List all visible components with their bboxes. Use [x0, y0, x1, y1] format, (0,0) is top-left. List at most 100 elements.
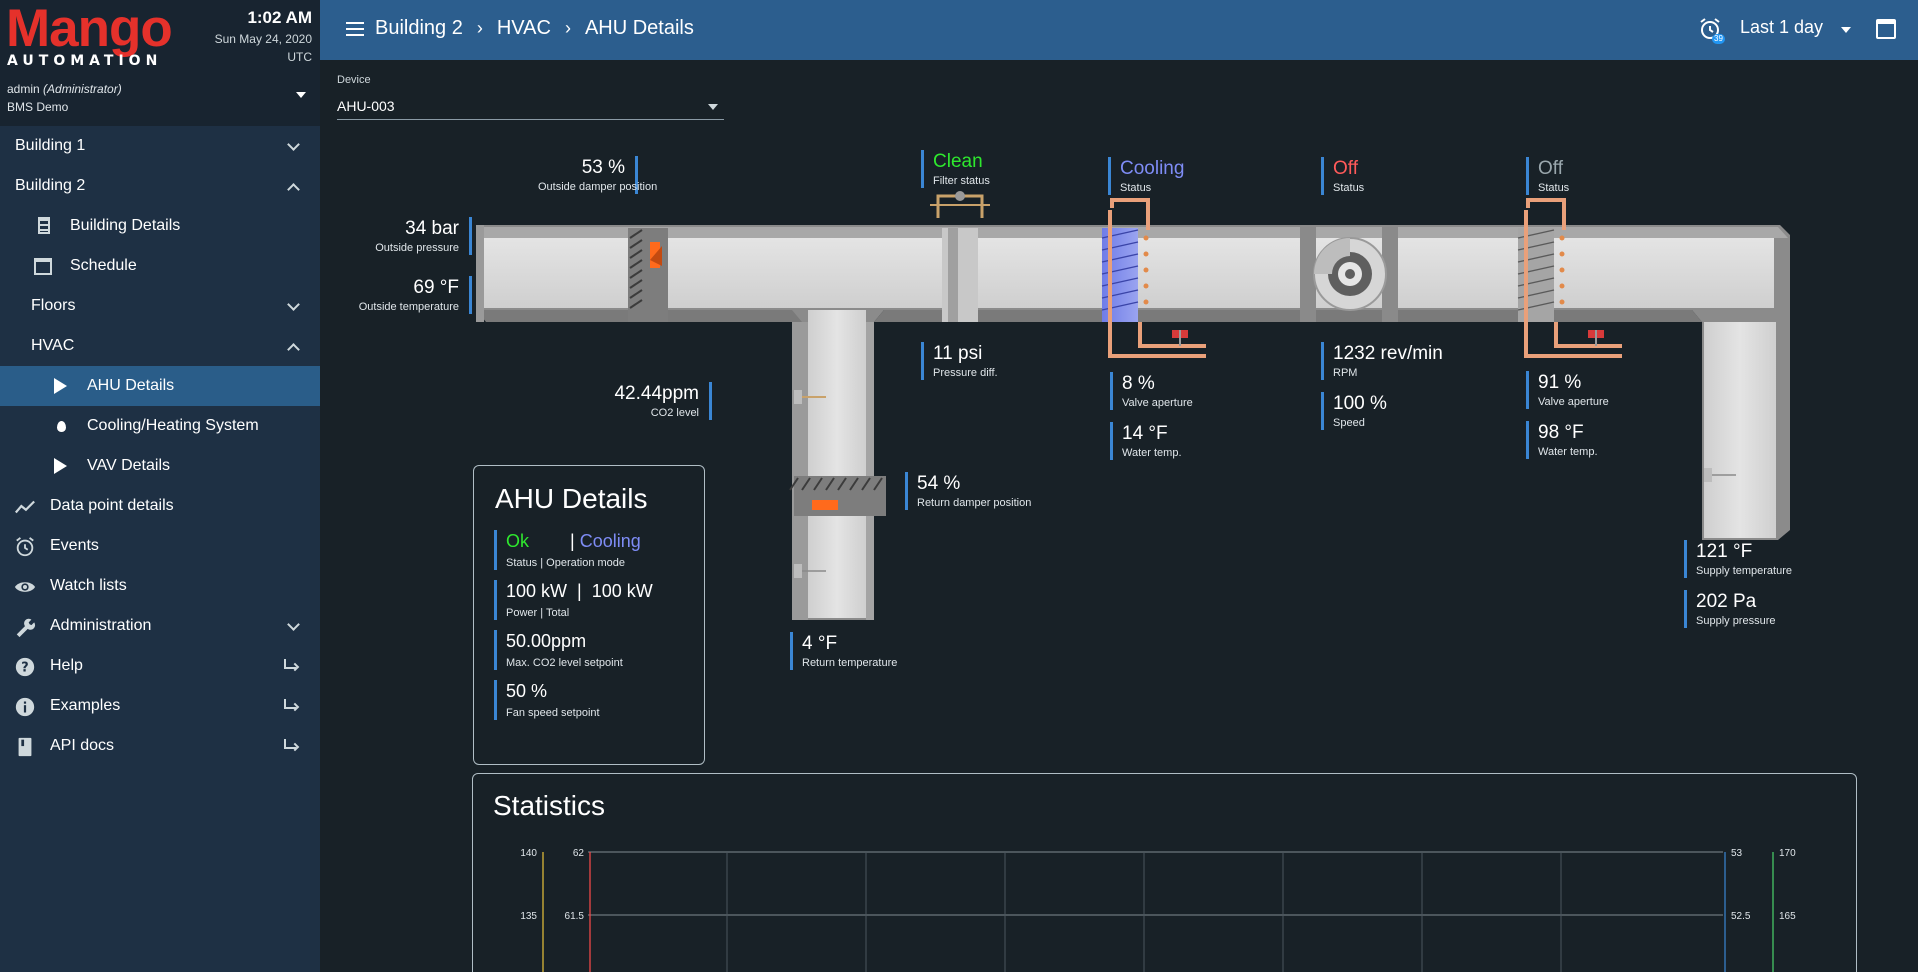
label: Supply temperature	[1696, 565, 1792, 577]
user-name: admin	[7, 82, 40, 96]
sidebar-item-examples[interactable]: Examples	[0, 686, 320, 726]
sidebar-item-label: VAV Details	[87, 457, 170, 474]
value: 53 %	[581, 157, 625, 178]
sidebar-item-hvac[interactable]: HVAC	[0, 326, 320, 366]
label: Valve aperture	[1122, 397, 1193, 409]
readout-cooling-status: Cooling Status	[1108, 157, 1184, 195]
sidebar-item-building-details[interactable]: Building Details	[0, 206, 320, 246]
value: 54 %	[917, 473, 961, 494]
sidebar-item-watch-lists[interactable]: Watch lists	[0, 566, 320, 606]
value: Off	[1333, 158, 1358, 179]
value: 100 %	[1333, 393, 1387, 414]
sidebar-item-api-docs[interactable]: API docs	[0, 726, 320, 766]
value: 34 bar	[405, 218, 459, 239]
value: 8 %	[1122, 373, 1155, 394]
sidebar-item-floors[interactable]: Floors	[0, 286, 320, 326]
value: 121 °F	[1696, 541, 1753, 562]
sidebar-item-administration[interactable]: Administration	[0, 606, 320, 646]
label: Fan speed setpoint	[506, 707, 600, 719]
play-icon	[51, 456, 71, 476]
readout-return-damper: 54 % Return damper position	[905, 472, 1031, 510]
readout-outside-damper: 53 % Outside damper position	[538, 156, 658, 194]
sidebar-item-label: Administration	[50, 617, 152, 634]
external-link-icon	[284, 699, 300, 713]
readout-return-temperature: 4 °F Return temperature	[790, 632, 897, 670]
clock-time: 1:02 AM	[247, 8, 312, 27]
total-value: 100 kW	[591, 581, 653, 601]
caret-down-icon[interactable]	[1841, 27, 1851, 33]
sidebar-item-label: Data point details	[50, 497, 174, 514]
sidebar-item-label: HVAC	[31, 337, 75, 354]
label: Status	[1538, 182, 1570, 194]
label: Power | Total	[506, 607, 570, 619]
book-icon	[14, 736, 34, 757]
external-link-icon	[284, 659, 300, 673]
label: Outside damper position	[538, 181, 658, 193]
play-icon	[51, 376, 71, 396]
breadcrumb: Building 2 › HVAC › AHU Details	[375, 17, 694, 40]
status-value: Ok	[506, 531, 530, 551]
chevron-right-icon: ›	[564, 18, 571, 38]
sidebar-item-vav-details[interactable]: VAV Details	[0, 446, 320, 486]
readout-pressure-diff: 11 psi Pressure diff.	[921, 342, 998, 380]
breadcrumb-hvac[interactable]: HVAC	[497, 17, 551, 40]
label: Water temp.	[1122, 447, 1182, 459]
chevron-up-icon	[287, 183, 300, 196]
menu-icon[interactable]	[346, 22, 364, 36]
sidebar-item-ahu-details[interactable]: AHU Details	[0, 366, 320, 406]
co2-setpoint-row: 50.00ppm Max. CO2 level setpoint	[494, 630, 694, 670]
value: 1232 rev/min	[1333, 343, 1443, 364]
readout-filter-status: Clean Filter status	[921, 150, 990, 188]
external-link-icon	[284, 739, 300, 753]
breadcrumb-ahu-details: AHU Details	[584, 17, 694, 39]
sidebar-item-label: Help	[50, 657, 83, 674]
breadcrumb-building2[interactable]: Building 2	[375, 17, 463, 40]
clock-date: Sun May 24, 2020	[214, 32, 312, 46]
value: 50 %	[506, 681, 548, 701]
sidebar-item-data-point-details[interactable]: Data point details	[0, 486, 320, 526]
sidebar-item-label: Schedule	[70, 257, 137, 274]
sidebar-item-building2[interactable]: Building 2	[0, 166, 320, 206]
readout-heating-status: Off Status	[1526, 157, 1569, 195]
readout-cooling-water-temp: 14 °F Water temp.	[1110, 422, 1182, 460]
alarm-clock-icon[interactable]: 39	[1698, 17, 1725, 44]
logo-subtitle: AUTOMATION	[7, 53, 163, 69]
value: Off	[1538, 158, 1563, 179]
label: Status | Operation mode	[506, 557, 626, 569]
sidebar-item-building1[interactable]: Building 1	[0, 126, 320, 166]
value: Cooling	[1120, 158, 1185, 179]
readout-co2-level: 42.44ppm CO2 level	[570, 382, 712, 420]
site-name: BMS Demo	[7, 100, 69, 114]
sidebar-item-events[interactable]: Events	[0, 526, 320, 566]
power-row: 100 kW | 100 kW Power | Total	[494, 580, 694, 620]
sidebar-item-help[interactable]: ? Help	[0, 646, 320, 686]
statistics-chart: 140 135 62 61.5 53 52.5 170 165	[520, 848, 1796, 972]
label: Status	[1120, 182, 1152, 194]
user-menu-toggle[interactable]	[296, 92, 306, 98]
readout-fan-rpm: 1232 rev/min RPM	[1321, 342, 1443, 380]
help-icon: ?	[14, 656, 35, 677]
user-role: (Administrator)	[43, 82, 122, 96]
fan	[1300, 225, 1398, 322]
sidebar-item-cooling-heating[interactable]: Cooling/Heating System	[0, 406, 320, 446]
time-range-select[interactable]: Last 1 day	[1740, 17, 1823, 38]
label: Speed	[1333, 417, 1365, 429]
building-icon	[34, 216, 54, 236]
calendar-icon[interactable]	[1876, 19, 1896, 39]
tick-label: 52.5	[1731, 911, 1751, 922]
brand-area: Mango AUTOMATION 1:02 AM Sun May 24, 202…	[0, 0, 320, 126]
label: Return temperature	[802, 657, 898, 669]
value: 91 %	[1538, 372, 1582, 393]
sidebar-nav: Building 1 Building 2 Building Details S…	[0, 126, 320, 766]
panel-title: AHU Details	[495, 483, 648, 514]
ahu-details-panel: AHU Details Ok | Cooling Status | Operati…	[473, 465, 705, 765]
wrench-icon	[14, 616, 36, 638]
tick-label: 165	[1779, 911, 1796, 922]
svg-text:?: ?	[21, 661, 28, 676]
fan-setpoint-row: 50 % Fan speed setpoint	[494, 680, 694, 720]
label: Outside temperature	[358, 301, 459, 313]
chevron-down-icon	[287, 618, 300, 631]
label: Supply pressure	[1696, 615, 1776, 627]
label: Return damper position	[917, 497, 1032, 509]
sidebar-item-schedule[interactable]: Schedule	[0, 246, 320, 286]
